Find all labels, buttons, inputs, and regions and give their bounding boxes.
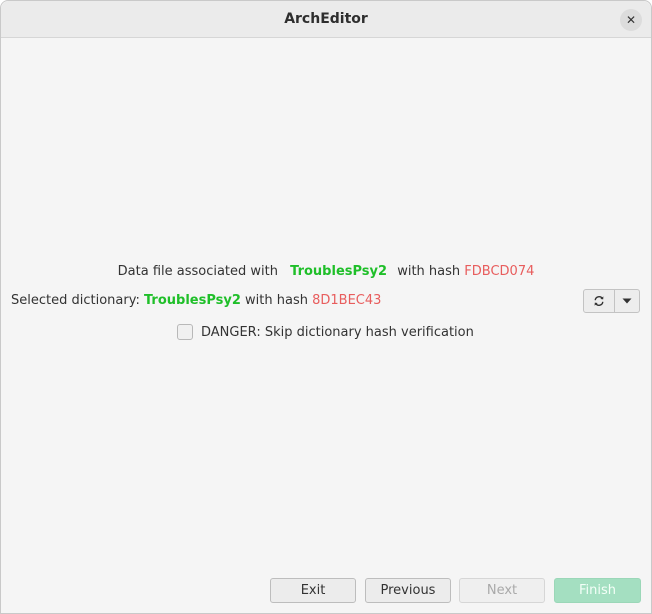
close-button[interactable]: ✕ — [620, 9, 642, 31]
dictionary-line: Selected dictionary: TroublesPsy2 with h… — [11, 293, 381, 308]
dictionary-prefix: Selected dictionary: — [11, 293, 140, 308]
refresh-dictionary-button[interactable] — [584, 290, 615, 312]
skip-hash-verification-row[interactable]: DANGER: Skip dictionary hash verificatio… — [177, 324, 474, 340]
data-file-hash-label: with hash — [397, 264, 461, 279]
dictionary-selector[interactable] — [583, 289, 640, 313]
arch-editor-window: ArchEditor ✕ Data file associated with T… — [0, 0, 652, 614]
window-title: ArchEditor — [284, 11, 368, 27]
previous-button[interactable]: Previous — [365, 578, 451, 603]
finish-button[interactable]: Finish — [554, 578, 641, 603]
close-icon: ✕ — [625, 13, 637, 27]
data-file-name: TroublesPsy2 — [290, 264, 388, 279]
chevron-down-icon — [622, 298, 632, 304]
exit-button[interactable]: Exit — [270, 578, 356, 603]
dictionary-hash: 8D1BEC43 — [312, 293, 382, 308]
title-bar: ArchEditor ✕ — [1, 1, 651, 38]
data-file-hash: FDBCD074 — [464, 264, 535, 279]
dictionary-hash-label: with hash — [245, 293, 308, 308]
skip-hash-verification-checkbox[interactable] — [177, 324, 193, 340]
refresh-icon — [594, 296, 604, 306]
main-content: Data file associated with TroublesPsy2 w… — [1, 38, 651, 613]
next-button: Next — [459, 578, 545, 603]
dictionary-name: TroublesPsy2 — [143, 293, 241, 308]
skip-hash-verification-label[interactable]: DANGER: Skip dictionary hash verificatio… — [201, 325, 474, 340]
data-file-prefix: Data file associated with — [117, 264, 278, 279]
data-file-line: Data file associated with TroublesPsy2 w… — [1, 264, 651, 279]
dictionary-dropdown-button[interactable] — [615, 290, 639, 312]
